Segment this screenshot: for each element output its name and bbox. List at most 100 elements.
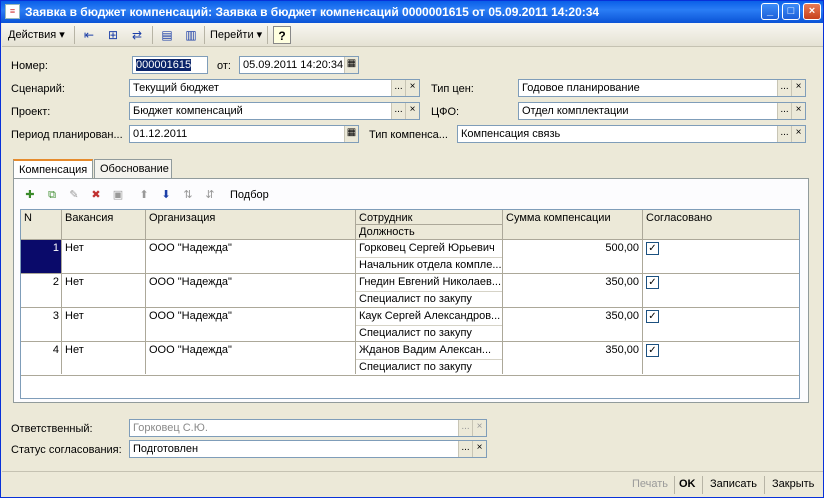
- employee-cell: Горковец Сергей Юрьевич: [359, 242, 495, 254]
- add-row-icon[interactable]: ✚: [22, 187, 38, 203]
- col-org-header[interactable]: Организация: [146, 212, 215, 224]
- scenario-clear-icon[interactable]: ×: [405, 80, 419, 96]
- price-type-value: Годовое планирование: [522, 82, 640, 94]
- approved-checkbox[interactable]: ✓: [646, 276, 659, 289]
- toolbar: Действия ▾ ⇤ ⊞ ⇄ ▤ ▥ Перейти ▾ ?: [2, 23, 823, 47]
- approved-checkbox[interactable]: ✓: [646, 310, 659, 323]
- table-row[interactable]: 4 Нет ООО "Надежда" Жданов Вадим Алексан…: [21, 342, 799, 376]
- tab-compensation[interactable]: Компенсация: [13, 159, 93, 180]
- price-type-field[interactable]: Годовое планирование ... ×: [518, 79, 806, 97]
- vacancy-cell: Нет: [65, 242, 84, 254]
- number-label: Номер:: [11, 60, 48, 72]
- maximize-button[interactable]: □: [782, 3, 800, 20]
- amount-cell: 500,00: [605, 242, 639, 254]
- move-down-icon[interactable]: ⬇: [158, 187, 174, 203]
- unpost-document-icon[interactable]: ▥: [182, 26, 200, 44]
- compensation-table: N Вакансия Организация Сотрудник Должнос…: [20, 209, 800, 399]
- period-label: Период планирован...: [11, 129, 123, 141]
- copy-row-icon[interactable]: ⧉: [44, 187, 60, 203]
- calendar-icon[interactable]: ▦: [344, 57, 358, 73]
- position-cell: Начальник отдела компле...: [359, 259, 501, 271]
- table-row[interactable]: 1 Нет ООО "Надежда" Горковец Сергей Юрье…: [21, 240, 799, 274]
- project-select-button[interactable]: ...: [391, 103, 405, 119]
- bottom-command-bar: Печать OK Записать Закрыть: [2, 471, 823, 497]
- responsible-select-button[interactable]: ...: [458, 420, 472, 436]
- document-window: ≡ Заявка в бюджет компенсаций: Заявка в …: [0, 0, 824, 498]
- project-clear-icon[interactable]: ×: [405, 103, 419, 119]
- sort-desc-icon[interactable]: ⇵: [202, 187, 218, 203]
- org-cell: ООО "Надежда": [149, 242, 232, 254]
- cfo-value: Отдел комплектации: [522, 105, 629, 117]
- col-amount-header[interactable]: Сумма компенсации: [503, 212, 611, 224]
- approved-checkbox[interactable]: ✓: [646, 242, 659, 255]
- org-cell: ООО "Надежда": [149, 344, 232, 356]
- save-button[interactable]: Записать: [710, 478, 757, 490]
- document-icon: ≡: [5, 4, 20, 19]
- comp-type-field[interactable]: Компенсация связь ... ×: [457, 125, 806, 143]
- toolbar-separator: [74, 26, 75, 44]
- table-row[interactable]: 2 Нет ООО "Надежда" Гнедин Евгений Никол…: [21, 274, 799, 308]
- period-field[interactable]: 01.12.2011 ▦: [129, 125, 359, 143]
- position-cell: Специалист по закупу: [359, 293, 472, 305]
- price-type-clear-icon[interactable]: ×: [791, 80, 805, 96]
- status-field[interactable]: Подготовлен ... ×: [129, 440, 487, 458]
- responsible-clear-icon[interactable]: ×: [472, 420, 486, 436]
- refresh-icon[interactable]: ⇄: [128, 26, 146, 44]
- move-up-icon[interactable]: ⬆: [136, 187, 152, 203]
- scenario-label: Сценарий:: [11, 83, 65, 95]
- approved-checkbox[interactable]: ✓: [646, 344, 659, 357]
- row-number: 1: [52, 242, 59, 254]
- pick-button[interactable]: Подбор: [230, 189, 269, 201]
- comp-type-clear-icon[interactable]: ×: [791, 126, 805, 142]
- status-label: Статус согласования:: [11, 444, 122, 456]
- scenario-field[interactable]: Текущий бюджет ... ×: [129, 79, 420, 97]
- goto-menu[interactable]: Перейти ▾: [210, 26, 262, 44]
- compensation-panel: ✚ ⧉ ✎ ✖ ▣ ⬆ ⬇ ⇅ ⇵ Подбор N Вакансия Орга…: [13, 178, 809, 403]
- post-document-icon[interactable]: ▤: [158, 26, 176, 44]
- window-title: Заявка в бюджет компенсаций: Заявка в бю…: [25, 5, 600, 19]
- amount-cell: 350,00: [605, 276, 639, 288]
- comp-type-select-button[interactable]: ...: [777, 126, 791, 142]
- cfo-clear-icon[interactable]: ×: [791, 103, 805, 119]
- delete-row-icon[interactable]: ✖: [88, 187, 104, 203]
- col-position-header[interactable]: Должность: [356, 226, 415, 238]
- row-number: 3: [52, 310, 59, 322]
- status-value: Подготовлен: [133, 443, 199, 455]
- help-button[interactable]: ?: [273, 26, 291, 44]
- status-select-button[interactable]: ...: [458, 441, 472, 457]
- responsible-field[interactable]: Горковец С.Ю. ... ×: [129, 419, 487, 437]
- employee-cell: Жданов Вадим Алексан...: [359, 344, 492, 356]
- scenario-select-button[interactable]: ...: [391, 80, 405, 96]
- period-calendar-icon[interactable]: ▦: [344, 126, 358, 142]
- period-value: 01.12.2011: [133, 128, 188, 140]
- cfo-select-button[interactable]: ...: [777, 103, 791, 119]
- date-field[interactable]: 05.09.2011 14:20:34 ▦: [239, 56, 359, 74]
- cfo-field[interactable]: Отдел комплектации ... ×: [518, 102, 806, 120]
- price-type-select-button[interactable]: ...: [777, 80, 791, 96]
- close-button[interactable]: Закрыть: [772, 478, 814, 490]
- ok-button[interactable]: OK: [679, 478, 696, 490]
- actions-menu[interactable]: Действия ▾: [8, 26, 65, 44]
- tab-justification[interactable]: Обоснование: [94, 159, 172, 179]
- sort-asc-icon[interactable]: ⇅: [180, 187, 196, 203]
- minimize-button[interactable]: _: [761, 3, 779, 20]
- table-row[interactable]: 3 Нет ООО "Надежда" Каук Сергей Александ…: [21, 308, 799, 342]
- date-label: от:: [217, 60, 231, 72]
- end-edit-icon[interactable]: ▣: [110, 187, 126, 203]
- back-arrow-icon[interactable]: ⇤: [80, 26, 98, 44]
- status-clear-icon[interactable]: ×: [472, 441, 486, 457]
- edit-row-icon[interactable]: ✎: [66, 187, 82, 203]
- structure-icon[interactable]: ⊞: [104, 26, 122, 44]
- project-field[interactable]: Бюджет компенсаций ... ×: [129, 102, 420, 120]
- comp-type-label: Тип компенса...: [369, 129, 448, 141]
- position-cell: Специалист по закупу: [359, 327, 472, 339]
- col-vacancy-header[interactable]: Вакансия: [62, 212, 113, 224]
- col-n-header[interactable]: N: [21, 212, 32, 224]
- position-cell: Специалист по закупу: [359, 361, 472, 373]
- print-button[interactable]: Печать: [632, 478, 668, 490]
- col-employee-header[interactable]: Сотрудник: [356, 212, 412, 224]
- cfo-label: ЦФО:: [431, 106, 460, 118]
- col-approved-header[interactable]: Согласовано: [643, 212, 712, 224]
- number-field[interactable]: 000001615: [132, 56, 208, 74]
- close-window-button[interactable]: ×: [803, 3, 821, 20]
